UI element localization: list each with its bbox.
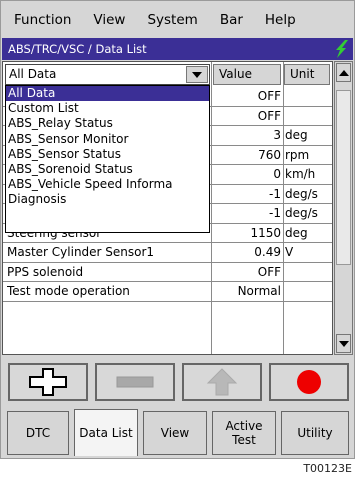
- action-button-bar: [2, 359, 353, 405]
- move-up-button[interactable]: [182, 363, 262, 401]
- row-value: 0: [273, 167, 281, 181]
- menu-bar-item[interactable]: Bar: [212, 12, 251, 28]
- data-list-table: All Data Value Unit OFF OFF 3 deg 760 rp…: [2, 61, 333, 355]
- dropdown-option[interactable]: Diagnosis: [6, 192, 209, 207]
- tab-utility[interactable]: Utility: [281, 411, 349, 455]
- row-value: -1: [269, 186, 281, 201]
- row-unit: deg: [285, 128, 308, 142]
- minus-icon: [116, 376, 154, 388]
- remove-button[interactable]: [95, 363, 175, 401]
- tab-active-test[interactable]: Active Test: [212, 411, 276, 455]
- data-list-filter-combo[interactable]: All Data: [5, 64, 210, 85]
- row-unit: V: [285, 245, 294, 259]
- row-name: Test mode operation: [7, 284, 130, 298]
- row-name: PPS solenoid: [7, 264, 84, 279]
- row-value: 0.49: [254, 245, 281, 259]
- screen-title: ABS/TRC/VSC / Data List: [8, 42, 147, 56]
- dropdown-option[interactable]: All Data: [6, 86, 209, 102]
- tab-data-list[interactable]: Data List: [74, 409, 138, 456]
- record-button[interactable]: [269, 363, 349, 401]
- scroll-up-arrow-icon[interactable]: [336, 63, 351, 82]
- plus-icon: [29, 368, 67, 396]
- table-row[interactable]: Master Cylinder Sensor1 0.49 V: [3, 243, 332, 263]
- value-column-header[interactable]: Value: [213, 64, 281, 85]
- dropdown-option[interactable]: ABS_Relay Status: [6, 116, 209, 131]
- row-value: OFF: [257, 89, 281, 103]
- figure-code: T00123E: [303, 462, 352, 475]
- bottom-tab-bar: DTC Data List View Active Test Utility: [2, 408, 353, 458]
- row-value: OFF: [257, 264, 281, 279]
- add-button[interactable]: [8, 363, 88, 401]
- vertical-scrollbar[interactable]: [334, 61, 353, 355]
- row-unit: deg/s: [285, 206, 318, 220]
- combo-dropdown-arrow-icon[interactable]: [186, 66, 208, 83]
- row-unit: km/h: [285, 167, 316, 181]
- dropdown-option[interactable]: ABS_Sensor Status: [6, 147, 209, 162]
- table-row[interactable]: PPS solenoid OFF: [3, 263, 332, 282]
- dropdown-option[interactable]: ABS_Vehicle Speed Informa: [6, 177, 209, 192]
- screen-title-bar: ABS/TRC/VSC / Data List: [2, 38, 353, 60]
- scroll-down-arrow-icon[interactable]: [336, 334, 351, 353]
- row-value: Normal: [237, 284, 281, 298]
- row-unit: rpm: [285, 147, 310, 162]
- app-window: Function View System Bar Help ABS/TRC/VS…: [0, 0, 355, 459]
- dropdown-option[interactable]: Custom List: [6, 101, 209, 116]
- menu-bar: Function View System Bar Help: [2, 2, 353, 38]
- dropdown-option[interactable]: ABS_Sensor Monitor: [6, 132, 209, 147]
- tab-dtc[interactable]: DTC: [7, 411, 69, 455]
- tab-view[interactable]: View: [143, 411, 207, 455]
- record-dot-icon: [297, 370, 321, 394]
- data-list-dropdown: All Data Custom List ABS_Relay Status AB…: [5, 85, 210, 233]
- row-unit: deg: [285, 225, 308, 240]
- dropdown-option[interactable]: ABS_Sorenoid Status: [6, 162, 209, 177]
- menu-view[interactable]: View: [85, 12, 133, 28]
- menu-help[interactable]: Help: [257, 12, 304, 28]
- row-unit: deg/s: [285, 186, 318, 201]
- unit-column-header[interactable]: Unit: [284, 64, 330, 85]
- scroll-thumb[interactable]: [336, 90, 351, 265]
- row-name: Master Cylinder Sensor1: [7, 245, 155, 259]
- row-value: 1150: [250, 225, 281, 240]
- row-value: 3: [273, 128, 281, 142]
- combo-selected-value: All Data: [9, 67, 57, 81]
- menu-system[interactable]: System: [139, 12, 205, 28]
- row-value: 760: [258, 147, 281, 162]
- arrow-up-icon: [206, 368, 238, 396]
- menu-function[interactable]: Function: [6, 12, 79, 28]
- connection-plug-icon: [336, 40, 348, 58]
- row-value: OFF: [257, 108, 281, 123]
- table-row[interactable]: Test mode operation Normal: [3, 282, 332, 302]
- row-value: -1: [269, 206, 281, 220]
